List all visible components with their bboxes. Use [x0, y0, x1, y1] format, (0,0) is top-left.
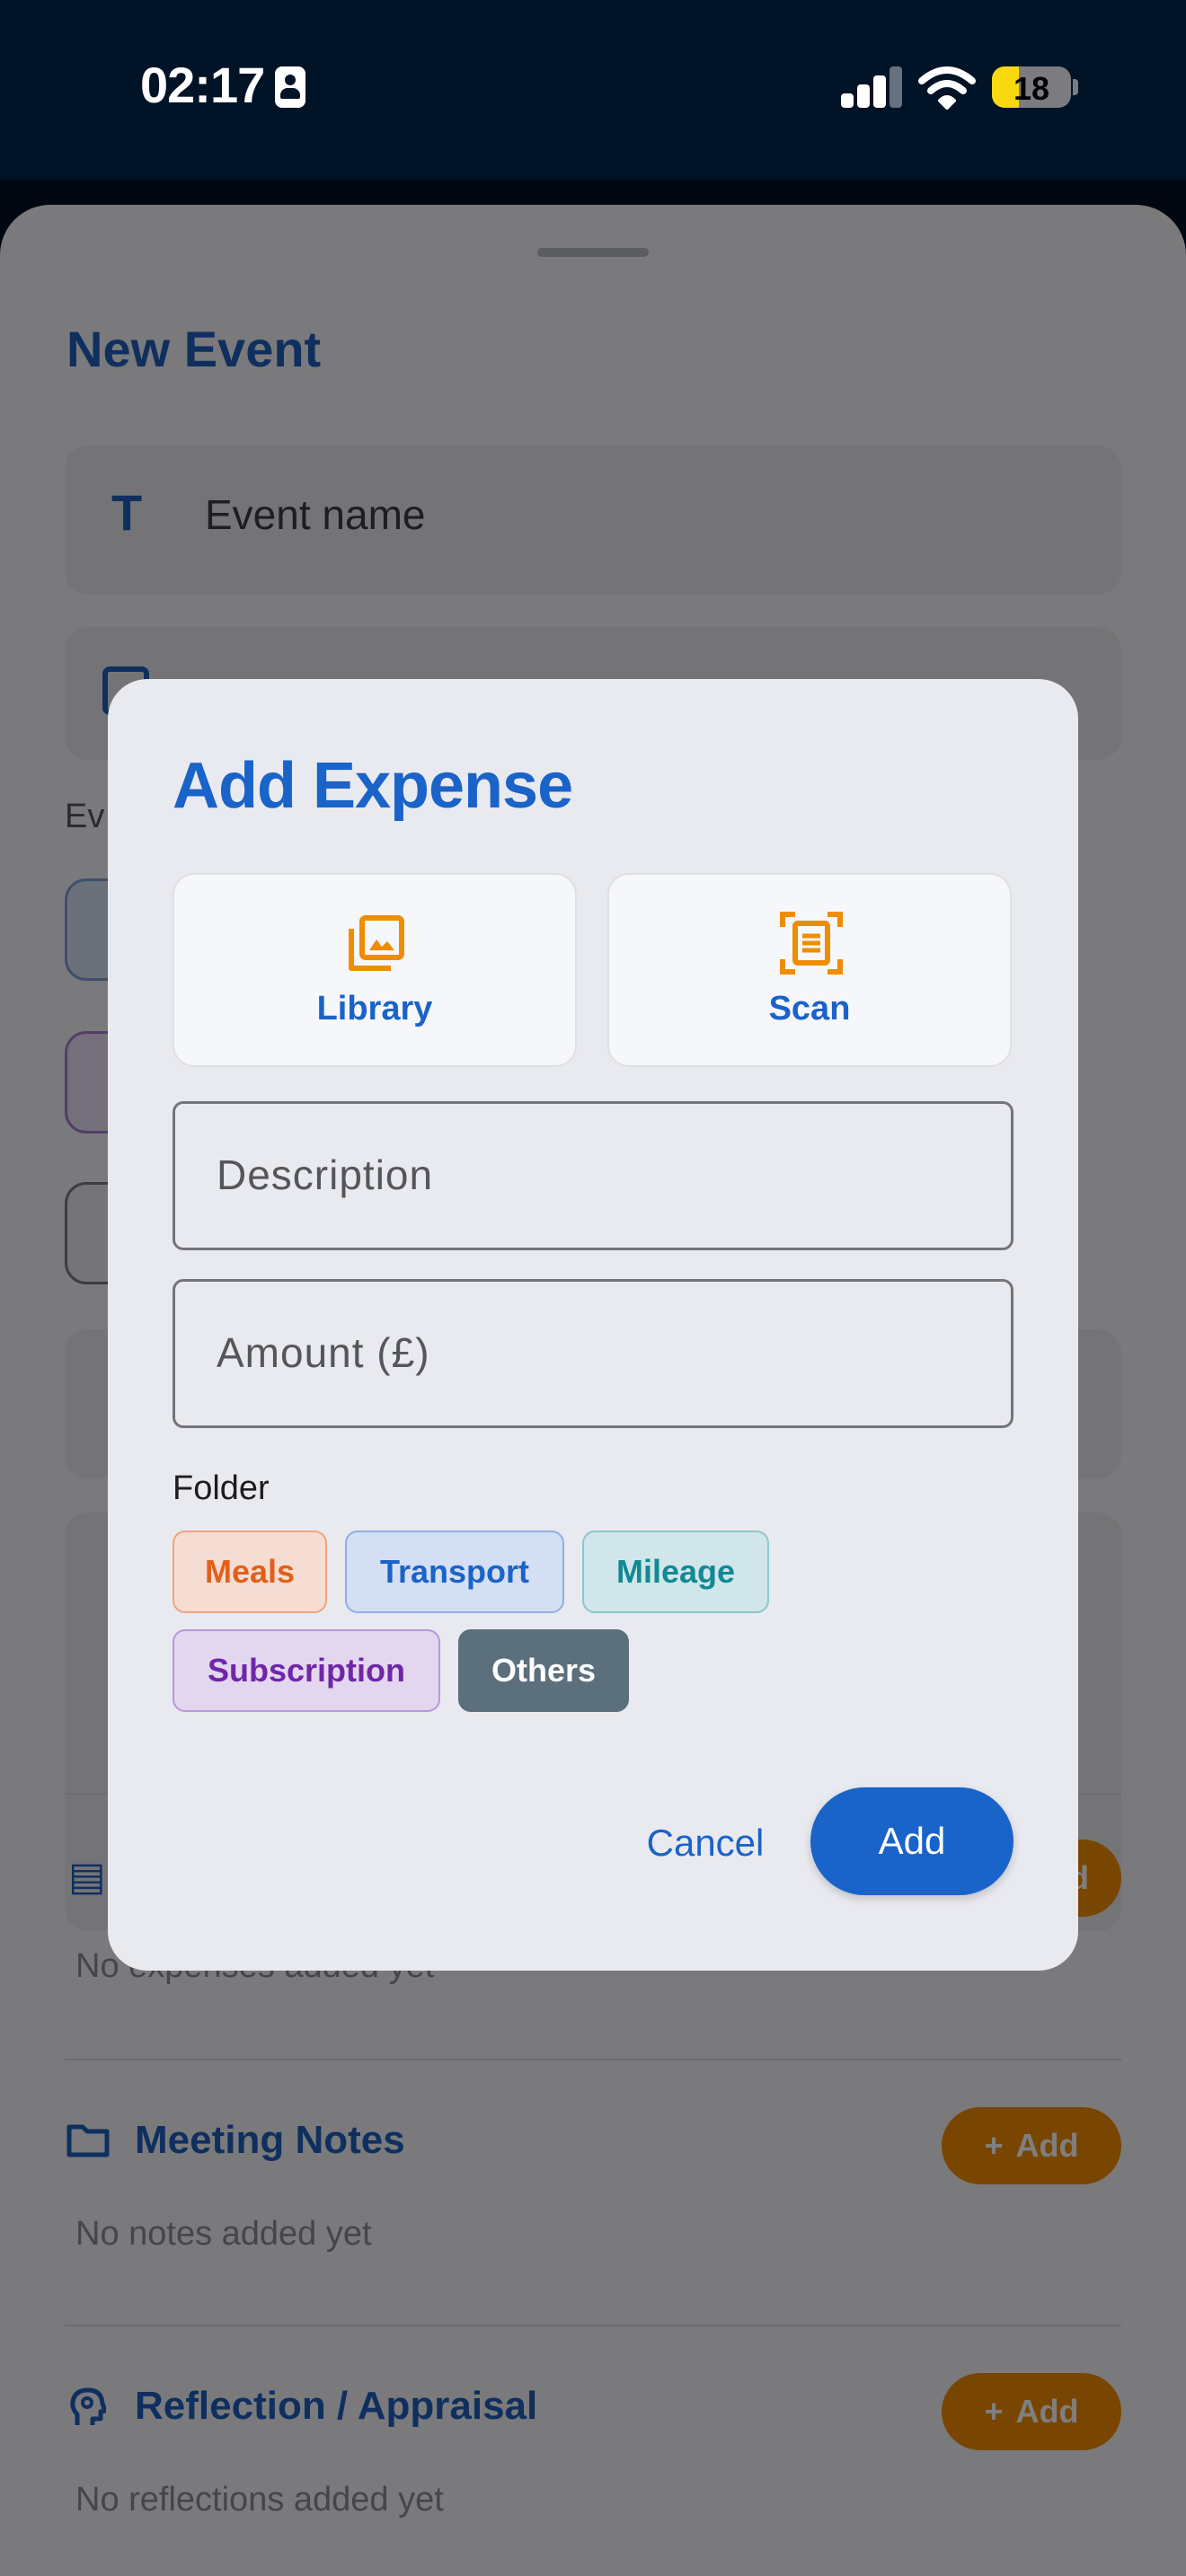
library-button[interactable]: Library [173, 873, 577, 1067]
dialog-title: Add Expense [173, 750, 573, 822]
folder-chip-subscription[interactable]: Subscription [173, 1629, 440, 1712]
cellular-signal-icon [841, 66, 902, 108]
scan-label: Scan [768, 990, 851, 1028]
library-label: Library [316, 990, 433, 1028]
folder-label: Folder [173, 1469, 270, 1507]
battery-level: 18 [1013, 70, 1050, 107]
folder-chip-mileage[interactable]: Mileage [582, 1531, 769, 1613]
description-placeholder: Description [217, 1151, 434, 1198]
add-button[interactable]: Add [810, 1787, 1013, 1895]
folder-chip-meals[interactable]: Meals [173, 1531, 327, 1613]
folder-chip-transport[interactable]: Transport [345, 1531, 564, 1613]
cancel-button[interactable]: Cancel [611, 1791, 800, 1895]
battery-icon: 18 [992, 66, 1071, 108]
add-expense-dialog: Add Expense Library Scan Description Amo… [108, 679, 1078, 1971]
amount-placeholder: Amount (£) [217, 1329, 430, 1376]
contact-card-icon [275, 66, 305, 108]
folder-chip-others[interactable]: Others [458, 1629, 629, 1712]
scan-button[interactable]: Scan [607, 873, 1012, 1067]
photo-library-icon [349, 915, 404, 971]
wifi-icon [918, 66, 976, 110]
battery-tip [1073, 79, 1078, 95]
status-time: 02:17 [140, 57, 265, 113]
status-bar: 02:17 18 [0, 0, 1186, 180]
document-scanner-icon [780, 912, 843, 975]
description-input[interactable]: Description [173, 1101, 1013, 1250]
amount-input[interactable]: Amount (£) [173, 1279, 1013, 1428]
